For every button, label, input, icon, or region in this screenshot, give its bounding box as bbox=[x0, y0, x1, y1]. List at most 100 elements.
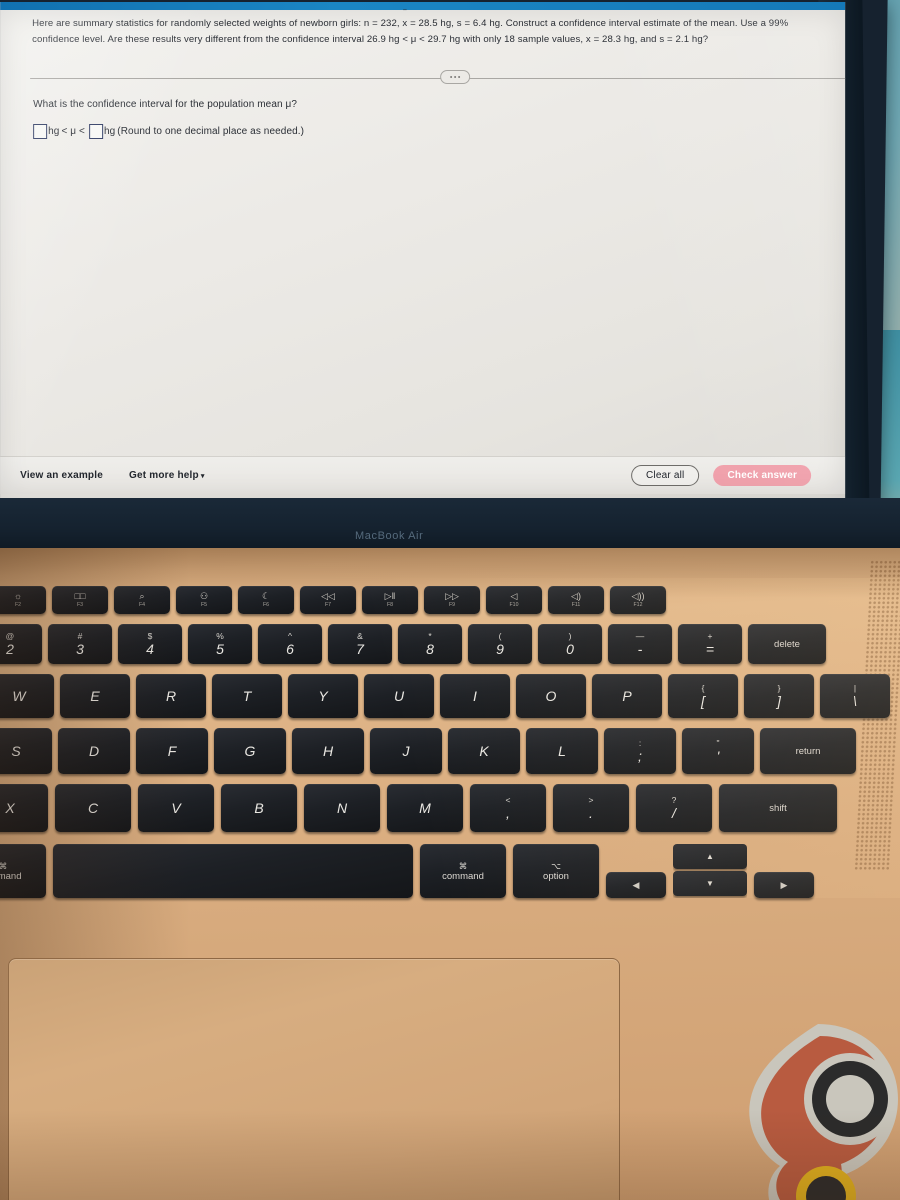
key-j[interactable]: J bbox=[370, 728, 442, 774]
ellipsis-dot bbox=[454, 76, 457, 78]
key-semicolon[interactable]: :; bbox=[604, 728, 676, 774]
key-arrow-up[interactable]: ▲ bbox=[673, 844, 747, 869]
key-4-glyph: 4 bbox=[146, 641, 154, 657]
key-minus-glyph: - bbox=[637, 641, 643, 657]
key-backslash-glyph: \ bbox=[853, 693, 857, 709]
key-f10-mute-glyph: ◁ bbox=[510, 591, 518, 601]
key-f6-do-not-disturb[interactable]: ☾ F6 bbox=[238, 586, 294, 614]
key-command-left[interactable]: ⌘ommand bbox=[0, 844, 46, 898]
ellipsis-dot bbox=[450, 76, 453, 78]
key-shift-right[interactable]: shift bbox=[719, 784, 837, 832]
key-4-secondary-glyph: $ bbox=[147, 631, 153, 641]
key-n[interactable]: N bbox=[304, 784, 380, 832]
ellipsis-handle-icon[interactable] bbox=[440, 70, 471, 84]
key-f11-volume-down[interactable]: ◁) F11 bbox=[548, 586, 604, 614]
key-c[interactable]: C bbox=[55, 784, 131, 832]
trackpad[interactable] bbox=[8, 958, 620, 1200]
key-command-right[interactable]: ⌘ command bbox=[420, 844, 506, 898]
key-f5-dictation[interactable]: ⚇ F5 bbox=[176, 586, 232, 614]
key-comma[interactable]: <, bbox=[470, 784, 546, 832]
key-f-glyph: F bbox=[167, 743, 177, 759]
key-l[interactable]: L bbox=[526, 728, 598, 774]
key-bracket-left[interactable]: {[ bbox=[668, 674, 738, 718]
key-w[interactable]: W bbox=[0, 674, 54, 718]
upper-bound-unit: hg bbox=[103, 126, 116, 137]
key-h[interactable]: H bbox=[292, 728, 364, 774]
key-return-label: return bbox=[795, 745, 821, 757]
key-arrow-left[interactable]: ◀ bbox=[606, 872, 666, 898]
key-bracket-right[interactable]: }] bbox=[744, 674, 814, 718]
key-equals[interactable]: + = bbox=[678, 624, 742, 664]
key-2-secondary-glyph: @ bbox=[5, 631, 15, 641]
key-semicolon-glyph: ; bbox=[638, 748, 642, 764]
key-v[interactable]: V bbox=[138, 784, 214, 832]
lower-bound-unit: hg bbox=[48, 126, 60, 137]
key-f10-mute[interactable]: ◁ F10 bbox=[486, 586, 542, 614]
upper-bound-input[interactable] bbox=[88, 124, 103, 139]
key-arrow-down[interactable]: ▼ bbox=[673, 871, 747, 896]
clear-all-button[interactable]: Clear all bbox=[630, 465, 700, 486]
arrow-right-icon: ▶ bbox=[780, 880, 788, 890]
key-f9-fast-forward[interactable]: ▷▷ F9 bbox=[424, 586, 480, 614]
key-i[interactable]: I bbox=[440, 674, 510, 718]
key-f12-volume-up[interactable]: ◁)) F12 bbox=[610, 586, 666, 614]
key-slash[interactable]: ? / bbox=[636, 784, 712, 832]
check-answer-button[interactable]: Check answer bbox=[713, 465, 812, 486]
key-quote[interactable]: " ' bbox=[682, 728, 754, 774]
answer-entry-row: hg < μ < hg (Round to one decimal place … bbox=[33, 124, 733, 139]
key-period[interactable]: >. bbox=[553, 784, 629, 832]
laptop-lid: Here are summary statistics for randomly… bbox=[0, 0, 888, 520]
key-t[interactable]: T bbox=[212, 674, 282, 718]
key-0[interactable]: ) 0 bbox=[538, 624, 602, 664]
key-y[interactable]: Y bbox=[288, 674, 358, 718]
key-option-right[interactable]: ⌥ option bbox=[513, 844, 599, 898]
key-o[interactable]: O bbox=[516, 674, 586, 718]
rounding-note: (Round to one decimal place as needed.) bbox=[117, 126, 305, 137]
key-minus[interactable]: — - bbox=[608, 624, 672, 664]
key-x-glyph: X bbox=[5, 800, 15, 816]
key-x[interactable]: X bbox=[0, 784, 48, 832]
get-more-help-link[interactable]: Get more help ▾ bbox=[129, 470, 205, 481]
key-f3-mission-control[interactable]: □□ F3 bbox=[52, 586, 108, 614]
key-p[interactable]: P bbox=[592, 674, 662, 718]
key-f8-play-pause[interactable]: ▷‖ F8 bbox=[362, 586, 418, 614]
key-d[interactable]: D bbox=[58, 728, 130, 774]
key-6[interactable]: ^ 6 bbox=[258, 624, 322, 664]
key-3[interactable]: #3 bbox=[48, 624, 112, 664]
key-s[interactable]: S bbox=[0, 728, 52, 774]
key-5[interactable]: % 5 bbox=[188, 624, 252, 664]
key-j-glyph: J bbox=[402, 743, 410, 759]
key-e[interactable]: E bbox=[60, 674, 130, 718]
key-space[interactable] bbox=[53, 844, 413, 898]
key-f7-rewind[interactable]: ◁◁ F7 bbox=[300, 586, 356, 614]
key-g[interactable]: G bbox=[214, 728, 286, 774]
key-f3-mission-control-label: F3 bbox=[76, 602, 84, 608]
lower-bound-input[interactable] bbox=[33, 124, 48, 139]
key-7[interactable]: & 7 bbox=[328, 624, 392, 664]
key-f[interactable]: F bbox=[136, 728, 208, 774]
key-8[interactable]: * 8 bbox=[398, 624, 462, 664]
key-u[interactable]: U bbox=[364, 674, 434, 718]
key-k[interactable]: K bbox=[448, 728, 520, 774]
key-delete[interactable]: delete bbox=[748, 624, 826, 664]
chevron-down-icon: ▾ bbox=[200, 473, 205, 480]
key-r[interactable]: R bbox=[136, 674, 206, 718]
key-f2-brightness[interactable]: ☼ F2 bbox=[0, 586, 46, 614]
key-arrow-right[interactable]: ▶ bbox=[754, 872, 814, 898]
key-m[interactable]: M bbox=[387, 784, 463, 832]
key-n-glyph: N bbox=[336, 800, 348, 816]
key-f12-volume-up-glyph: ◁)) bbox=[631, 591, 645, 601]
key-slash-glyph: / bbox=[672, 805, 676, 821]
key-arrow-up-down[interactable]: ▲ ▼ bbox=[673, 844, 747, 898]
key-f4-spotlight[interactable]: ⌕ F4 bbox=[114, 586, 170, 614]
back-arrow-icon[interactable] bbox=[0, 32, 1, 54]
key-9[interactable]: (9 bbox=[468, 624, 532, 664]
key-backslash[interactable]: | \ bbox=[820, 674, 890, 718]
key-return[interactable]: return bbox=[760, 728, 856, 774]
key-b[interactable]: B bbox=[221, 784, 297, 832]
key-4[interactable]: $4 bbox=[118, 624, 182, 664]
key-5-secondary-glyph: % bbox=[216, 631, 224, 641]
key-delete-label: delete bbox=[774, 638, 800, 650]
view-an-example-link[interactable]: View an example bbox=[20, 470, 103, 481]
key-2[interactable]: @2 bbox=[0, 624, 42, 664]
